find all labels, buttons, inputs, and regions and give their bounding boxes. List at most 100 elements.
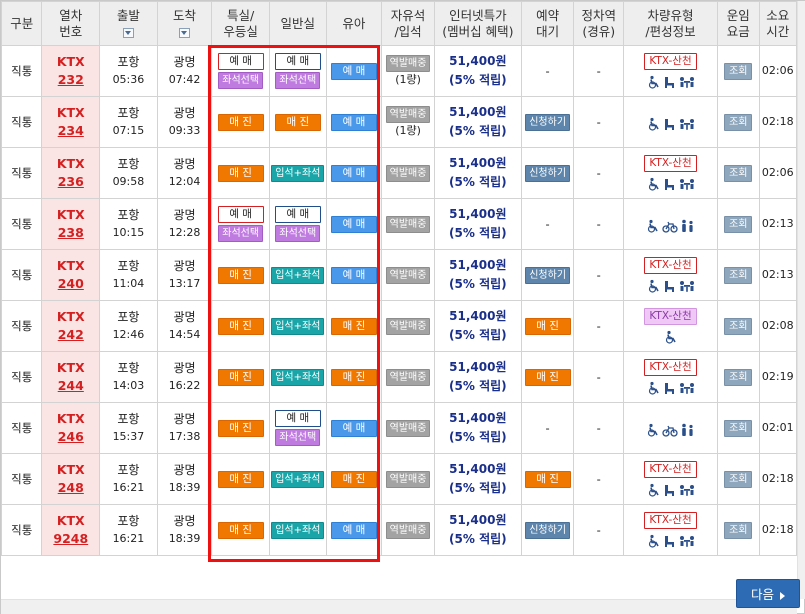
fare-view-button[interactable]: 조회 [724,470,753,488]
fare-view-button[interactable]: 조회 [724,266,753,284]
train-number-link[interactable]: 238 [43,224,99,242]
fare-view-button[interactable]: 조회 [724,368,753,386]
infant-class-cell: 예 매 [325,504,383,556]
route-type-cell: 직통 [1,96,43,148]
general-standing-seat-button[interactable]: 입석+좌석 [271,521,325,539]
departure-station: 포항 [117,157,140,171]
fare-cell: 조회 [717,453,760,505]
train-name: KTX [56,54,85,69]
reserve-wait-apply-button[interactable]: 신청하기 [525,521,571,539]
next-page-button[interactable]: 다음 [736,579,800,608]
arrival-cell: 광명 18:39 [156,504,213,556]
fare-view-button[interactable]: 조회 [724,215,753,233]
general-standing-seat-button[interactable]: 입석+좌석 [271,317,325,335]
ktx-sancheon-badge[interactable]: KTX-산천 [644,461,697,478]
train-number-link[interactable]: 236 [43,173,99,191]
special-seat-select-button[interactable]: 좌석선택 [218,225,264,242]
fare-view-button[interactable]: 조회 [724,164,753,182]
infant-reserve-button[interactable]: 예 매 [330,215,377,233]
internet-price-cell: 51,400원 (5% 적립) [433,453,522,505]
train-number-link[interactable]: 248 [43,479,99,497]
fare-view-button[interactable]: 조회 [724,419,753,437]
header-vehicle-type: 차량유형/편성정보 [622,1,719,46]
general-seat-select-button[interactable]: 좌석선택 [275,429,321,446]
general-reserve-button[interactable]: 예 매 [274,410,321,427]
header-reserve-wait: 예약 대기 [520,1,575,46]
free-seat-cell: 역발매중 [381,453,435,505]
fare-view-button[interactable]: 조회 [724,113,753,131]
ktx-sancheon-badge[interactable]: KTX-산천 [644,53,697,70]
arrival-time: 14:54 [168,328,201,341]
sort-arrival-icon[interactable] [179,28,191,38]
departure-time: 11:04 [112,277,145,290]
wheelchair-icon [646,176,662,191]
train-number-link[interactable]: 244 [43,377,99,395]
header-departure[interactable]: 출발 [99,1,158,46]
train-number-link[interactable]: 232 [43,71,99,89]
fare-view-button[interactable]: 조회 [724,317,753,335]
infant-reserve-button[interactable]: 예 매 [330,266,377,284]
infant-reserve-button[interactable]: 예 매 [330,62,377,80]
train-timetable: 구분 열차 번호 출발 도착 특실/우등실 일반실 유아 자유석/입석 인터넷특가… [1,1,797,556]
route-type: 직통 [11,166,33,180]
ktx-sancheon-badge[interactable]: KTX-산천 [644,155,697,172]
reserve-wait-apply-button[interactable]: 신청하기 [525,164,571,182]
horizontal-scrollbar[interactable] [1,599,797,614]
train-number-link[interactable]: 246 [43,428,99,446]
internet-price-cell: 51,400원 (5% 적립) [433,147,522,199]
infant-reserve-button[interactable]: 예 매 [330,113,377,131]
fare-cell: 조회 [717,96,760,148]
duration-cell: 02:08 [758,300,797,352]
infant-reserve-button[interactable]: 예 매 [330,419,377,437]
train-number-link[interactable]: 234 [43,122,99,140]
sort-departure-icon[interactable] [122,28,134,38]
membership-points: (5% 적립) [449,532,507,546]
station-sale-badge: 역발매중 [385,419,431,437]
fare-view-button[interactable]: 조회 [724,62,753,80]
infant-reserve-button[interactable]: 예 매 [330,521,377,539]
arrival-station: 광명 [173,55,196,69]
special-sold-out-badge: 매 진 [217,113,264,131]
general-standing-seat-button[interactable]: 입석+좌석 [271,266,325,284]
general-class-cell: 예 매좌석선택 [268,402,327,454]
general-standing-seat-button[interactable]: 입석+좌석 [271,470,325,488]
route-type: 직통 [11,217,33,231]
general-reserve-button[interactable]: 예 매 [274,206,321,223]
ktx-sancheon-badge[interactable]: KTX-산천 [644,512,697,529]
infant-class-cell: 매 진 [325,351,383,403]
vehicle-type-cell: KTX-산천 [622,45,719,97]
train-number-cell: KTX 248 [41,453,101,505]
infant-reserve-button[interactable]: 예 매 [330,164,377,182]
train-number-link[interactable]: 242 [43,326,99,344]
reserve-wait-apply-button[interactable]: 신청하기 [525,113,571,131]
general-standing-seat-button[interactable]: 입석+좌석 [271,164,325,182]
general-seat-select-button[interactable]: 좌석선택 [275,72,321,89]
vertical-scrollbar[interactable] [797,1,805,599]
duration-value: 02:18 [761,115,794,128]
special-seat-select-button[interactable]: 좌석선택 [218,72,264,89]
special-reserve-button[interactable]: 예 매 [217,206,264,223]
special-sold-out-badge: 매 진 [217,470,264,488]
general-standing-seat-button[interactable]: 입석+좌석 [271,368,325,386]
special-reserve-button[interactable]: 예 매 [217,53,264,70]
header-arrival[interactable]: 도착 [156,1,213,46]
general-reserve-button[interactable]: 예 매 [274,53,321,70]
departure-time: 09:58 [112,175,145,188]
ktx-sancheon-badge[interactable]: KTX-산천 [644,257,697,274]
reserve-wait-apply-button[interactable]: 신청하기 [525,266,571,284]
ktx-sancheon-badge[interactable]: KTX-산천 [644,308,697,325]
duration-cell: 02:19 [758,351,797,403]
route-type-cell: 직통 [1,453,43,505]
stops-value: - [596,421,601,435]
seat-icon [662,74,678,88]
infant-sold-out-badge: 매 진 [330,368,377,386]
train-number-link[interactable]: 9248 [43,530,99,548]
fare-view-button[interactable]: 조회 [724,521,753,539]
stops-value: - [596,472,601,486]
internet-price: 51,400원 [449,207,507,221]
train-number-link[interactable]: 240 [43,275,99,293]
duration-cell: 02:06 [758,45,797,97]
duration-cell: 02:18 [758,453,797,505]
general-seat-select-button[interactable]: 좌석선택 [275,225,321,242]
ktx-sancheon-badge[interactable]: KTX-산천 [644,359,697,376]
